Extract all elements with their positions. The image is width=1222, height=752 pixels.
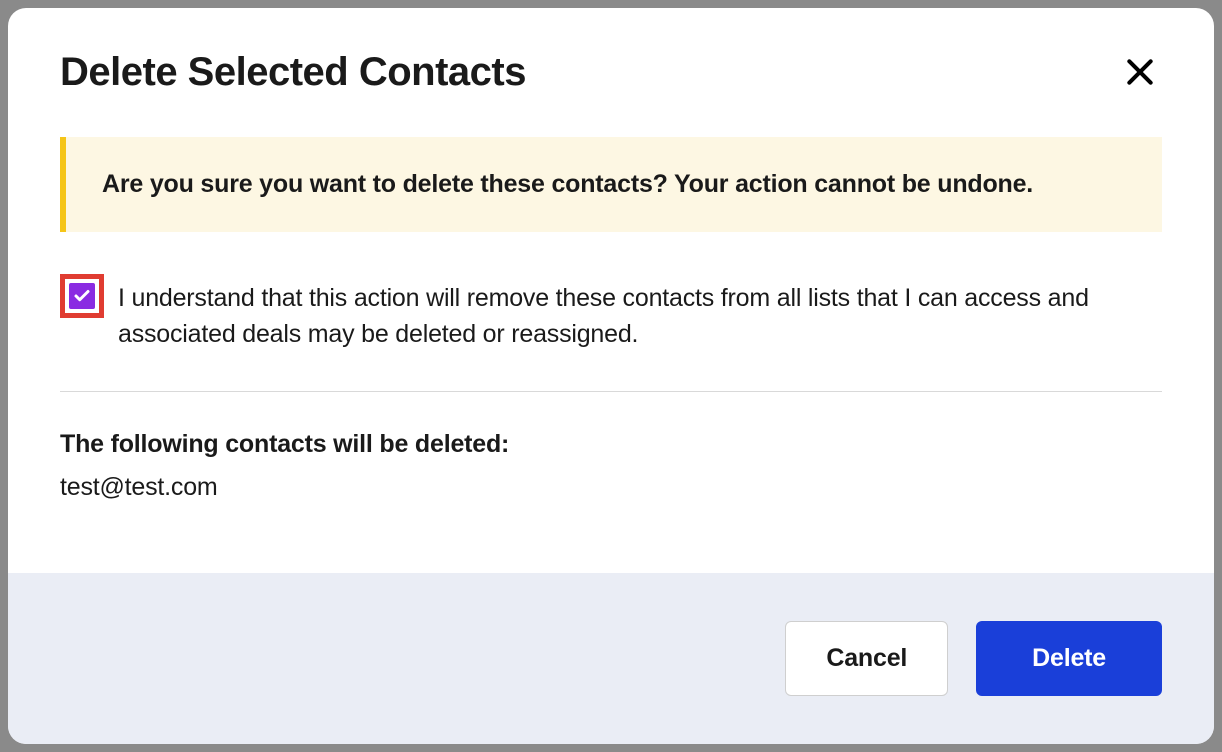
cancel-button[interactable]: Cancel — [785, 621, 948, 696]
understand-checkbox[interactable] — [69, 283, 95, 309]
contact-item: test@test.com — [60, 473, 1162, 502]
modal-header: Delete Selected Contacts — [60, 50, 1162, 95]
warning-banner: Are you sure you want to delete these co… — [60, 137, 1162, 232]
contacts-heading: The following contacts will be deleted: — [60, 430, 1162, 459]
checkbox-highlight — [60, 274, 104, 318]
checkbox-row: I understand that this action will remov… — [60, 274, 1162, 353]
close-icon — [1124, 56, 1156, 88]
warning-text: Are you sure you want to delete these co… — [102, 167, 1126, 202]
close-button[interactable] — [1118, 50, 1162, 94]
modal-footer: Cancel Delete — [8, 573, 1214, 744]
divider — [60, 391, 1162, 392]
modal-title: Delete Selected Contacts — [60, 50, 526, 95]
contacts-section: The following contacts will be deleted: … — [60, 430, 1162, 502]
checkbox-label: I understand that this action will remov… — [118, 280, 1162, 353]
delete-contacts-modal: Delete Selected Contacts Are you sure yo… — [8, 8, 1214, 744]
checkmark-icon — [73, 287, 91, 305]
modal-content: Delete Selected Contacts Are you sure yo… — [8, 8, 1214, 573]
delete-button[interactable]: Delete — [976, 621, 1162, 696]
